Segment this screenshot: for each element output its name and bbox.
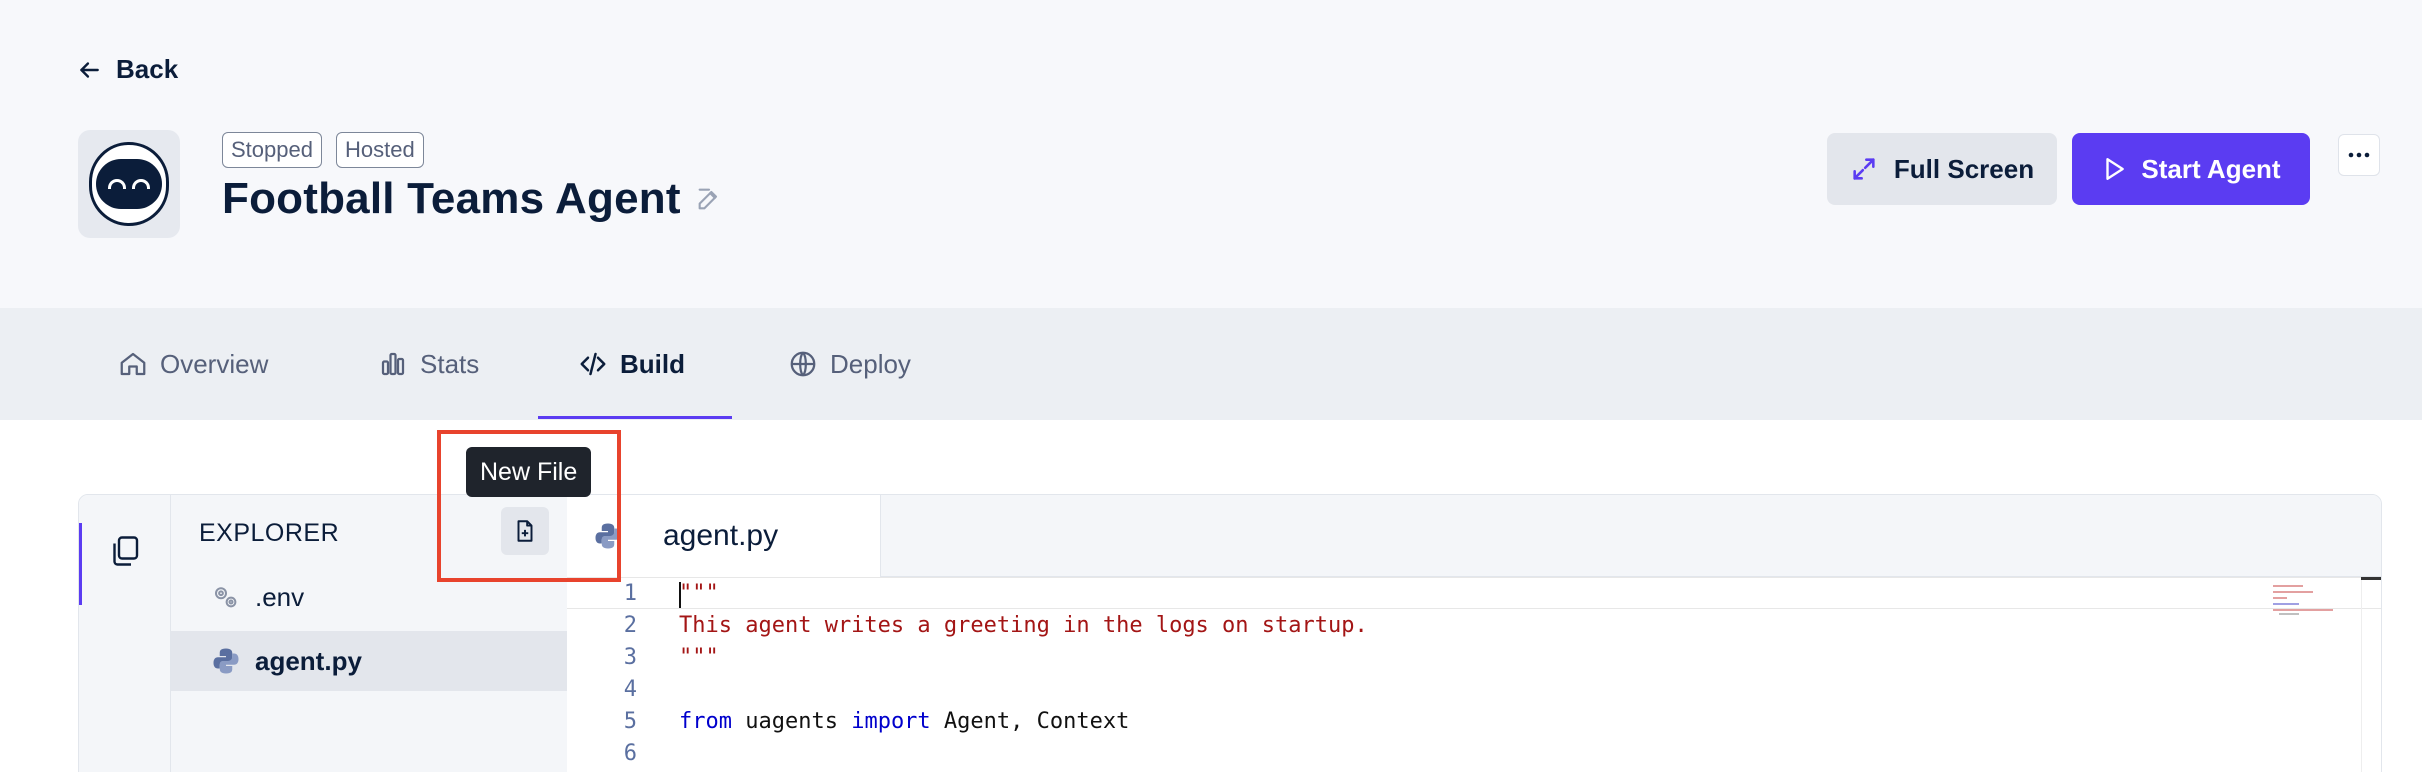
- code-area[interactable]: 1 """ 2 This agent writes a greeting in …: [567, 577, 2381, 772]
- tab-label: Deploy: [830, 348, 911, 379]
- full-screen-button[interactable]: Full Screen: [1827, 133, 2057, 205]
- code-icon: [580, 352, 606, 376]
- code-line: 2 This agent writes a greeting in the lo…: [567, 609, 2381, 641]
- activity-active-indicator: [79, 523, 82, 605]
- file-name: agent.py: [255, 645, 362, 676]
- agent-header: Back Stopped Hosted Football Teams Agent…: [0, 0, 2422, 308]
- keyword-from: from: [679, 708, 732, 734]
- code-line: 1 """: [567, 577, 2381, 609]
- start-agent-button[interactable]: Start Agent: [2072, 133, 2310, 205]
- editor-scrollbar[interactable]: [2361, 577, 2381, 772]
- edit-icon[interactable]: [695, 185, 723, 213]
- files-icon[interactable]: [107, 533, 143, 569]
- activity-bar: [79, 495, 171, 772]
- globe-icon: [790, 351, 816, 377]
- module-name: uagents: [731, 708, 852, 734]
- home-icon: [120, 352, 146, 376]
- annotation-highlight: [437, 430, 621, 582]
- title-row: Football Teams Agent: [222, 174, 723, 224]
- status-badge: Stopped: [222, 132, 322, 168]
- line-number: 5: [623, 708, 637, 734]
- active-tab-indicator: [538, 416, 732, 419]
- arrow-left-icon: [80, 61, 99, 78]
- line-number: 2: [623, 612, 637, 638]
- back-button[interactable]: Back: [76, 54, 178, 85]
- line-number: 1: [623, 580, 637, 606]
- scrollbar-thumb[interactable]: [2361, 577, 2381, 580]
- code-line: 3 """: [567, 641, 2381, 673]
- agent-tabs: Overview Stats Build Deploy: [0, 308, 2422, 420]
- python-icon: [213, 648, 239, 674]
- status-badges: Stopped Hosted: [222, 132, 424, 168]
- code-text: This agent writes a greeting in the logs…: [679, 612, 1368, 638]
- code-text: """: [679, 644, 719, 670]
- tab-label: Overview: [160, 348, 269, 379]
- tab-overview[interactable]: Overview: [118, 308, 268, 420]
- agent-avatar: [78, 130, 180, 238]
- explorer-title: EXPLORER: [199, 519, 340, 547]
- tab-deploy[interactable]: Deploy: [788, 308, 911, 420]
- agent-name: Football Teams Agent: [222, 174, 681, 223]
- tab-stats[interactable]: Stats: [378, 308, 479, 420]
- code-minimap[interactable]: [2271, 583, 2361, 617]
- code-text: from uagents import Agent, Context: [679, 709, 1129, 734]
- editor-tab-label: agent.py: [663, 519, 779, 552]
- expand-icon: [1853, 158, 1875, 180]
- editor-tabs: agent.py: [567, 495, 2381, 577]
- start-agent-label: Start Agent: [2141, 153, 2281, 184]
- text-cursor: [679, 582, 681, 608]
- line-number: 6: [623, 740, 637, 766]
- tab-label: Stats: [420, 348, 480, 379]
- settings-file-icon: [215, 587, 237, 608]
- robot-icon: [89, 142, 169, 226]
- file-item-agent-py[interactable]: agent.py: [171, 631, 567, 691]
- code-text: """: [679, 580, 719, 606]
- tab-build[interactable]: Build: [578, 308, 685, 420]
- code-line: 6: [567, 737, 2381, 769]
- full-screen-label: Full Screen: [1893, 153, 2035, 184]
- hosting-badge: Hosted: [335, 132, 424, 168]
- import-names: Agent, Context: [930, 708, 1130, 734]
- keyword-import: import: [851, 708, 931, 734]
- file-name: .env: [255, 581, 305, 612]
- line-number: 3: [623, 644, 637, 670]
- code-line: 4: [567, 673, 2381, 705]
- more-options-button[interactable]: [2338, 134, 2380, 176]
- bar-chart-icon: [381, 352, 405, 376]
- tab-label: Build: [620, 348, 685, 379]
- code-editor: EXPLORER .env agent.py agent.py 1 """ 2 …: [78, 494, 2382, 772]
- line-number: 4: [623, 676, 637, 702]
- code-line: 5 from uagents import Agent, Context: [567, 705, 2381, 737]
- back-label: Back: [116, 54, 179, 84]
- play-icon: [2106, 158, 2125, 180]
- ellipsis-icon: [2348, 152, 2370, 158]
